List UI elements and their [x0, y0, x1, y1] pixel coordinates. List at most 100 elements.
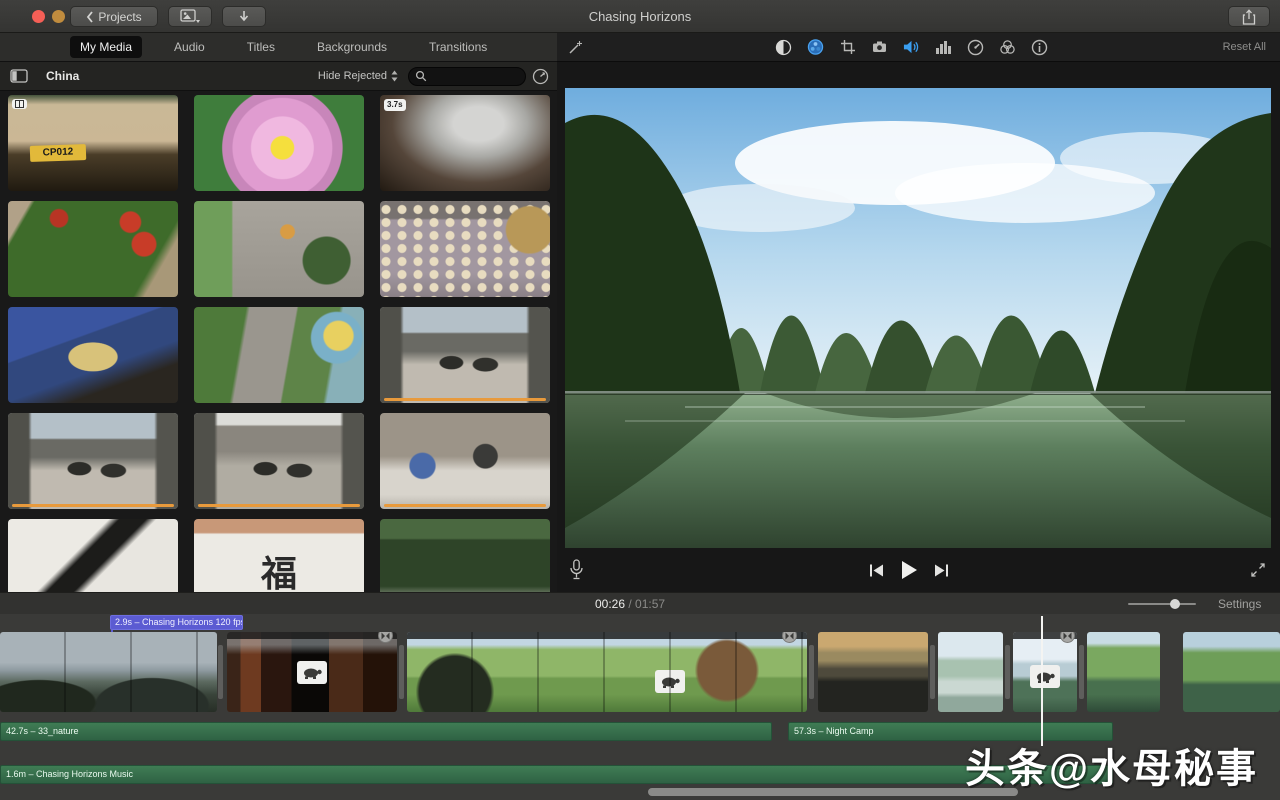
projects-back-button[interactable]: Projects	[70, 6, 158, 27]
current-time: 00:26	[595, 597, 626, 611]
media-clip-alley[interactable]	[194, 413, 364, 509]
clip-separator[interactable]	[930, 645, 935, 699]
noise-reduction-icon[interactable]	[935, 39, 952, 56]
speed-icon[interactable]	[967, 39, 984, 56]
hide-rejected-label: Hide Rejected	[317, 70, 387, 82]
volume-icon[interactable]	[903, 39, 920, 56]
timeline-clip-restaurant[interactable]	[227, 632, 397, 712]
clip-separator[interactable]	[809, 645, 814, 699]
zoom-slider-thumb[interactable]	[1170, 599, 1180, 609]
media-clip-calligraphy-fu[interactable]: 福	[194, 519, 364, 592]
minimize-window-button[interactable]	[52, 10, 65, 23]
play-button[interactable]	[900, 560, 918, 580]
color-correction-icon[interactable]	[807, 39, 824, 56]
download-button[interactable]	[222, 6, 266, 27]
transition-badge-icon[interactable]	[1060, 632, 1075, 643]
media-clip-forest[interactable]	[380, 519, 550, 592]
crop-icon[interactable]	[839, 39, 856, 56]
previous-frame-button[interactable]	[869, 563, 884, 578]
duration-badge: 3.7s	[384, 99, 406, 111]
browser-tab-bar: My Media Audio Titles Backgrounds Transi…	[0, 33, 557, 62]
adjust-toolbar: Reset All	[557, 33, 1280, 62]
media-clip-dumplings[interactable]	[380, 201, 550, 297]
slow-motion-turtle-icon[interactable]	[1030, 665, 1060, 688]
timeline-clip-karst-lake[interactable]	[938, 632, 1003, 712]
timeline-zoom-slider[interactable]	[1128, 599, 1196, 609]
tab-titles[interactable]: Titles	[237, 36, 285, 58]
sidebar-toggle-icon[interactable]	[10, 69, 28, 83]
transition-badge-icon[interactable]	[782, 632, 797, 643]
reset-all-button[interactable]: Reset All	[1223, 41, 1266, 53]
search-field[interactable]	[408, 66, 526, 86]
stabilization-icon[interactable]	[871, 39, 888, 56]
hide-rejected-dropdown[interactable]: Hide Rejected	[318, 70, 398, 82]
media-clip-street-bikes-2[interactable]	[8, 413, 178, 509]
background-music-clip[interactable]: 1.6m – Chasing Horizons Music	[0, 765, 1113, 784]
media-browser-icon	[180, 9, 200, 24]
timeline-clip-mountains[interactable]	[0, 632, 217, 712]
timeline-clip-snow-mountain[interactable]	[1013, 632, 1077, 712]
timeline-settings-button[interactable]: Settings	[1218, 597, 1261, 611]
slow-motion-turtle-icon[interactable]	[655, 670, 685, 693]
watermark-text: 头条@水母秘事	[964, 747, 1258, 791]
search-icon	[415, 70, 427, 82]
timeline-clip-green-lake[interactable]	[1087, 632, 1160, 712]
clip-separator[interactable]	[399, 645, 404, 699]
fu-character: 福	[260, 553, 297, 592]
collection-title[interactable]: China	[46, 69, 79, 83]
clip-separator[interactable]	[1079, 645, 1084, 699]
media-clip-vegetables[interactable]	[194, 201, 364, 297]
share-button[interactable]	[1228, 6, 1270, 27]
download-arrow-icon	[238, 10, 250, 24]
playhead[interactable]	[1041, 616, 1043, 746]
clip-separator[interactable]	[1005, 645, 1010, 699]
chevron-updown-icon	[391, 70, 398, 82]
clip-effect-bar	[407, 632, 807, 639]
transport-controls	[557, 548, 1280, 592]
audio-clip-1[interactable]: 42.7s – 33_nature	[0, 722, 772, 741]
media-clip-calligraphy-stroke[interactable]	[8, 519, 178, 592]
license-plate-text: CP012	[29, 144, 87, 162]
media-clip-chilies[interactable]	[8, 201, 178, 297]
viewer-panel: Reset All	[557, 33, 1280, 592]
media-grid: CP012 3.7s 福	[0, 91, 557, 592]
media-clip-ginger-hands[interactable]	[8, 307, 178, 403]
time-display: 00:26 / 01:57	[595, 597, 665, 611]
tab-audio[interactable]: Audio	[164, 36, 215, 58]
title-bar: Projects Chasing Horizons	[0, 0, 1280, 33]
media-clip-smoke[interactable]: 3.7s	[380, 95, 550, 191]
transition-badge-icon[interactable]	[378, 632, 393, 643]
projects-button-label: Projects	[98, 9, 142, 24]
media-clip-motorbike[interactable]: CP012	[8, 95, 178, 191]
enhance-wand-icon[interactable]	[567, 39, 584, 56]
filters-icon[interactable]	[999, 39, 1016, 56]
slow-motion-turtle-icon[interactable]	[297, 661, 327, 684]
tab-my-media[interactable]: My Media	[70, 36, 143, 58]
timeline-clip-sunset-lake[interactable]	[818, 632, 928, 712]
chevron-left-icon	[86, 10, 94, 23]
color-balance-icon[interactable]	[775, 39, 792, 56]
import-media-button[interactable]	[168, 6, 212, 27]
timeline-scrollbar[interactable]	[648, 788, 1018, 796]
media-clip-table-people[interactable]	[380, 413, 550, 509]
share-icon	[1242, 8, 1256, 25]
search-filter-icon[interactable]	[532, 68, 549, 85]
timeline-clip-village[interactable]	[407, 632, 807, 712]
tab-transitions[interactable]: Transitions	[419, 36, 497, 58]
fullscreen-icon[interactable]	[1250, 562, 1266, 578]
timeline-clip-green-mountains[interactable]	[1183, 632, 1280, 712]
clip-info-icon[interactable]	[1031, 39, 1048, 56]
search-input[interactable]	[431, 70, 521, 82]
clip-separator[interactable]	[218, 645, 223, 699]
timeline-title-clip[interactable]: 2.9s – Chasing Horizons 120 fps	[110, 615, 243, 630]
voiceover-mic-icon[interactable]	[569, 559, 584, 581]
close-window-button[interactable]	[32, 10, 45, 23]
browser-header: China Hide Rejected	[0, 62, 557, 91]
media-clip-lotus[interactable]	[194, 95, 364, 191]
viewer-preview	[565, 88, 1271, 548]
media-clip-greens-bowl[interactable]	[194, 307, 364, 403]
next-frame-button[interactable]	[934, 563, 949, 578]
tab-backgrounds[interactable]: Backgrounds	[307, 36, 397, 58]
media-browser-panel: My Media Audio Titles Backgrounds Transi…	[0, 33, 557, 592]
media-clip-street-bikes-1[interactable]	[380, 307, 550, 403]
